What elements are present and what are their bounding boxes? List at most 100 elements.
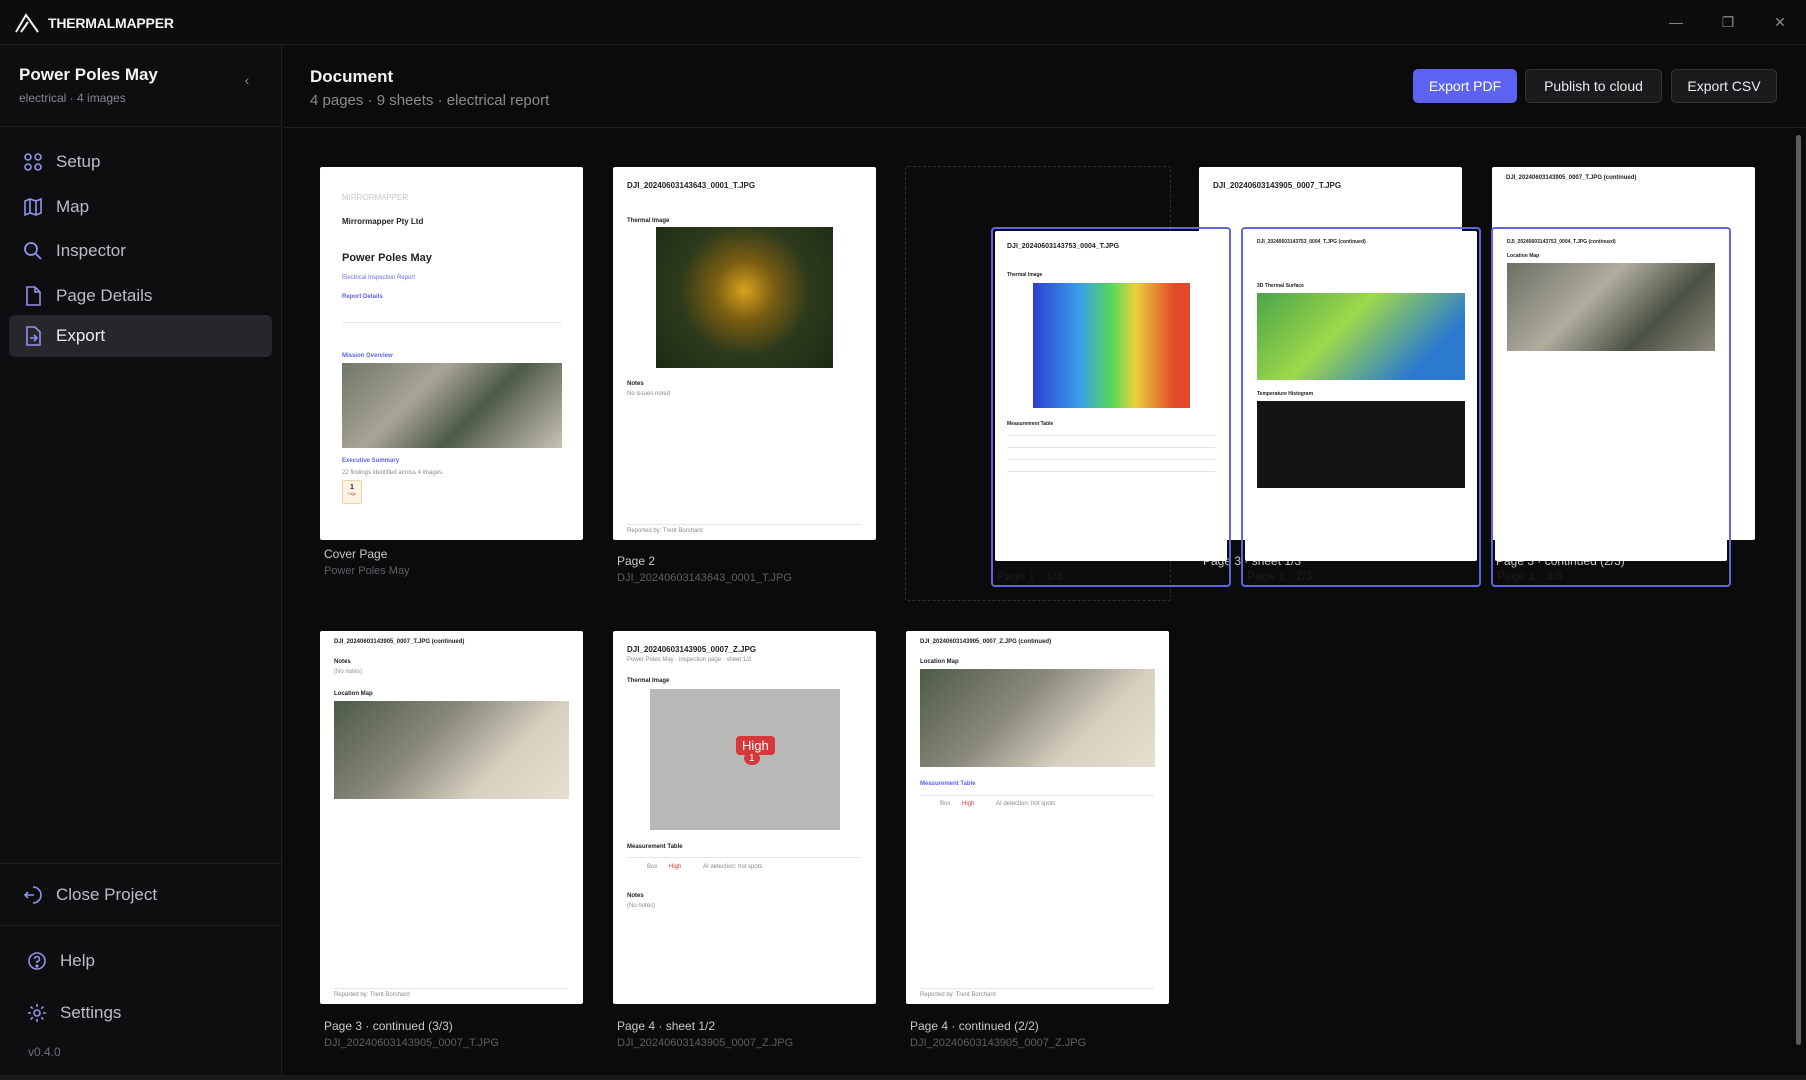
histogram-chart — [1257, 401, 1465, 488]
notes-heading: Notes — [627, 893, 644, 899]
table-cell-type: Box — [940, 801, 951, 807]
setup-icon — [24, 153, 42, 171]
section-heading: Location Map — [334, 691, 373, 697]
title-bar: THERMALMAPPER — ❐ ✕ — [0, 0, 1806, 45]
selected-sheet-1[interactable]: DJI_20240603143753_0004_T.JPG Thermal Im… — [991, 227, 1231, 587]
nav-item-inspector[interactable]: Inspector — [9, 230, 272, 272]
export-icon — [26, 326, 41, 346]
page-card-3-continued[interactable]: DJI_20240603143905_0007_T.JPG (continued… — [320, 631, 583, 1004]
card-title: Page 4 · continued (2/2) — [910, 1019, 1039, 1033]
card-title: Page 4 · sheet 1/2 — [617, 1019, 716, 1033]
card-filename: Power Poles May — [324, 565, 410, 577]
page-card-4-sheet-1[interactable]: DJI_20240603143905_0007_Z.JPG Power Pole… — [613, 631, 876, 1004]
sheet-header: DJI_20240603143905_0007_T.JPG — [1213, 181, 1342, 190]
file-icon — [26, 286, 41, 306]
cover-company: Mirrormapper Pty Ltd — [342, 217, 424, 226]
help-button[interactable]: Help — [26, 950, 95, 972]
high-count: 1 — [350, 484, 354, 491]
project-header: Power Poles May electrical · 4 images ‹ — [0, 45, 281, 127]
location-map-image — [334, 701, 569, 799]
card-caption-page-2: Page 2 DJI_20240603143643_0001_T.JPG — [617, 554, 792, 584]
nav-label-export: Export — [56, 326, 106, 345]
nav-item-export[interactable]: Export — [9, 315, 272, 357]
sidebar: Power Poles May electrical · 4 images ‹ … — [0, 45, 282, 1075]
finding-marker[interactable]: 1 — [744, 752, 760, 765]
export-csv-button[interactable]: Export CSV — [1671, 69, 1777, 103]
section-heading: Thermal Image — [1007, 272, 1043, 278]
section-heading: Thermal Image — [627, 218, 670, 224]
nav-label-setup: Setup — [56, 152, 101, 171]
card-title: Cover Page — [324, 547, 388, 561]
settings-button[interactable]: Settings — [26, 1002, 121, 1024]
sheet-label: Page 1 · 1/3 — [997, 569, 1063, 583]
selected-sheet-3[interactable]: DJI_20240603143753_0004_T.JPG (continued… — [1491, 227, 1731, 587]
cover-title: Power Poles May — [342, 252, 432, 264]
location-map-image — [1507, 263, 1715, 351]
sheet-header: DJI_20240603143753_0004_T.JPG (continued… — [1507, 239, 1616, 245]
notes-text: No issues noted — [627, 391, 671, 397]
high-count-badge: 1 High — [342, 480, 362, 504]
page-card-2[interactable]: DJI_20240603143643_0001_T.JPG Thermal Im… — [613, 167, 876, 540]
nav-item-page-details[interactable]: Page Details — [9, 275, 272, 317]
page-card-4-continued[interactable]: DJI_20240603143905_0007_Z.JPG (continued… — [906, 631, 1169, 1004]
close-project-button[interactable]: Close Project — [22, 884, 157, 906]
sheet-header: DJI_20240603143905_0007_T.JPG (continued… — [1506, 175, 1637, 181]
sheet-3-page: DJI_20240603143753_0004_T.JPG (continued… — [1495, 231, 1727, 561]
restore-icon[interactable]: ❐ — [1716, 10, 1740, 34]
table-cell-type: Box — [647, 864, 658, 870]
section-heading: Location Map — [920, 659, 959, 665]
card-title: Page 2 — [617, 554, 656, 568]
cover-summary-text: 22 findings identified across 4 images. — [342, 470, 444, 476]
close-project-label: Close Project — [56, 885, 158, 904]
selected-sheet-2[interactable]: DJI_20240603143753_0004_T.JPG (continued… — [1241, 227, 1481, 587]
divider — [0, 863, 281, 864]
nav-item-map[interactable]: Map — [9, 186, 272, 228]
sheet-label: Page 1 · 3/3 — [1497, 569, 1563, 583]
mission-map-image — [342, 363, 562, 448]
publish-cloud-button[interactable]: Publish to cloud — [1525, 69, 1662, 103]
notes-heading: Notes — [334, 659, 351, 665]
thermal-image — [656, 227, 833, 368]
sheet-header: DJI_20240603143753_0004_T.JPG — [1007, 243, 1120, 250]
table-cell-severity: High — [669, 864, 682, 870]
card-filename: DJI_20240603143905_0007_T.JPG — [324, 1037, 499, 1049]
notes-text: (No notes) — [334, 669, 363, 675]
sheet-2-page: DJI_20240603143753_0004_T.JPG (continued… — [1245, 231, 1477, 561]
card-filename: DJI_20240603143643_0001_T.JPG — [617, 572, 792, 584]
table-cell-description: AI detection: hot spots — [996, 801, 1056, 807]
reported-by: Reported by: Trent Borchard — [920, 992, 996, 998]
app-name-prefix: THERMAL — [48, 15, 116, 31]
version-label: v0.4.0 — [28, 1045, 61, 1059]
minimize-icon[interactable]: — — [1664, 10, 1688, 34]
sheet-header: DJI_20240603143905_0007_T.JPG (continued… — [334, 639, 465, 645]
notes-text: (No notes) — [627, 903, 656, 909]
card-filename: DJI_20240603143905_0007_Z.JPG — [910, 1037, 1087, 1049]
table-heading: Measurement Table — [627, 844, 683, 850]
export-pdf-button[interactable]: Export PDF — [1413, 69, 1517, 103]
nav-item-setup[interactable]: Setup — [9, 141, 272, 183]
page-title: Document — [310, 67, 394, 86]
card-caption-page-4-continued: Page 4 · continued (2/2) DJI_20240603143… — [910, 1019, 1086, 1049]
page-grid: MIRRORMAPPER Mirrormapper Pty Ltd Power … — [283, 129, 1806, 1075]
sheet-header: DJI_20240603143753_0004_T.JPG (continued… — [1257, 239, 1366, 245]
table-heading: Measurement Table — [1007, 421, 1054, 427]
settings-label: Settings — [60, 1003, 122, 1022]
sheet-label: Page 1 · 2/3 — [1247, 569, 1313, 583]
table-cell-description: AI detection: hot spots — [703, 864, 763, 870]
page-card-cover[interactable]: MIRRORMAPPER Mirrormapper Pty Ltd Power … — [320, 167, 583, 540]
chevron-left-icon[interactable]: ‹ — [238, 71, 256, 89]
table-cell-severity: High — [962, 801, 975, 807]
search-icon — [24, 242, 42, 260]
map-icon — [24, 197, 42, 217]
exit-icon — [23, 886, 42, 904]
histogram-heading: Temperature Histogram — [1257, 391, 1314, 397]
section-heading: Location Map — [1507, 253, 1540, 259]
section-heading: Thermal Image — [627, 678, 670, 684]
reported-by: Reported by: Trent Borchard — [627, 528, 703, 534]
cover-subtitle: Electrical Inspection Report — [342, 275, 416, 281]
project-meta: electrical · 4 images — [19, 91, 126, 105]
close-icon[interactable]: ✕ — [1768, 10, 1792, 34]
sheet-header: DJI_20240603143905_0007_Z.JPG (continued… — [920, 639, 1052, 645]
vertical-scrollbar[interactable] — [1796, 135, 1801, 1045]
high-count-label: High — [347, 491, 357, 496]
